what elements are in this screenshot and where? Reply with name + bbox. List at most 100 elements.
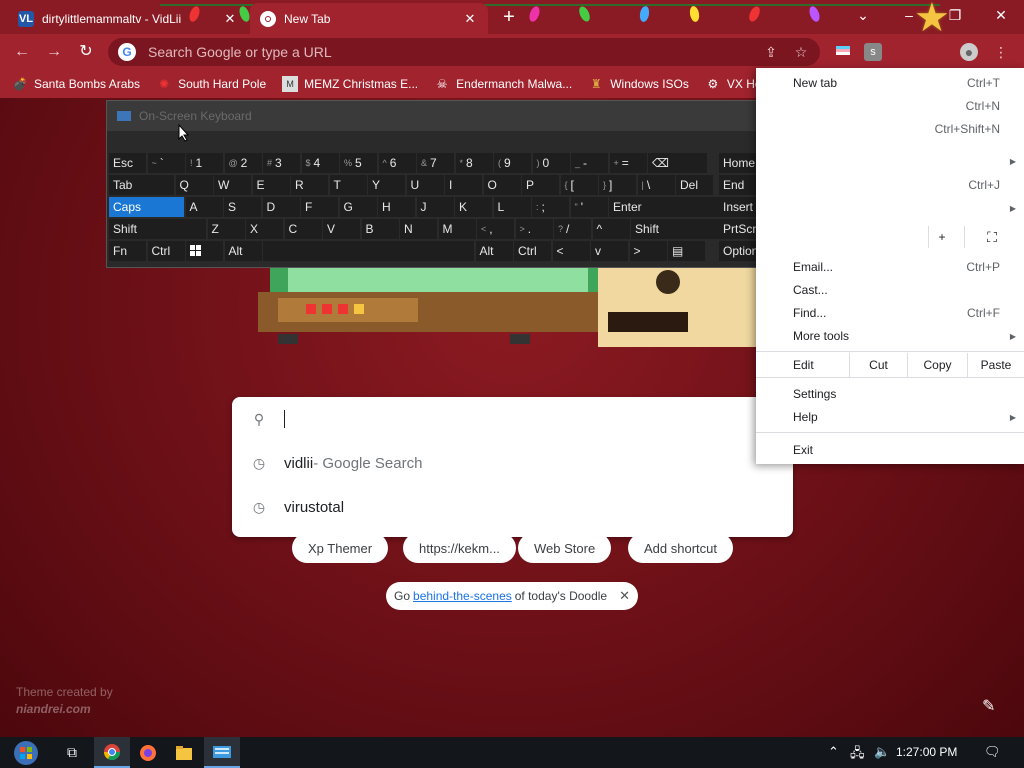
menu-print[interactable]: Email... Ctrl+P — [756, 256, 1024, 278]
osk-key[interactable] — [263, 241, 474, 261]
osk-key[interactable]: ! 1 — [186, 153, 223, 173]
osk-key[interactable]: Y — [368, 175, 405, 195]
bookmark-item[interactable]: ⚙ VX He — [705, 76, 762, 92]
osk-key[interactable]: " ' — [570, 197, 608, 217]
shortcut-tile[interactable]: Web Store — [518, 533, 612, 563]
reload-icon[interactable]: ↻ — [74, 41, 98, 63]
menu-cast[interactable]: Cast... — [756, 279, 1024, 301]
osk-key[interactable]: O — [483, 175, 521, 195]
share-icon[interactable]: ⇪ — [762, 43, 780, 61]
osk-key[interactable]: + = — [609, 153, 647, 173]
osk-key[interactable]: ^ 6 — [378, 153, 416, 173]
tab-search-button[interactable]: ⌄ — [840, 0, 886, 30]
osk-key[interactable]: >. — [515, 219, 553, 239]
suggestion-item[interactable]: ◷ vidlii - Google Search — [232, 443, 793, 483]
osk-key[interactable]: #3 — [263, 153, 300, 173]
menu-more-tools[interactable]: More tools ▶ — [756, 325, 1024, 347]
osk-key[interactable]: Q — [175, 175, 213, 195]
fullscreen-icon[interactable]: ⛶ — [982, 229, 1002, 246]
osk-key[interactable]: * 8 — [455, 153, 493, 173]
shortcut-tile[interactable]: https://kekm... — [403, 533, 516, 563]
osk-key[interactable]: U — [406, 175, 444, 195]
add-shortcut-button[interactable]: Add shortcut — [628, 533, 733, 563]
osk-key[interactable]: F — [301, 197, 338, 217]
osk-key[interactable]: }] — [599, 175, 636, 195]
osk-key[interactable]: (9 — [494, 153, 531, 173]
osk-key[interactable]: <, — [477, 219, 514, 239]
suggestion-item[interactable]: ◷ virustotal — [232, 487, 793, 527]
osk-key[interactable]: A — [185, 197, 223, 217]
osk-key[interactable]: G — [339, 197, 377, 217]
osk-key[interactable]: Alt — [224, 241, 262, 261]
bookmark-item[interactable]: M MEMZ Christmas E... — [282, 76, 418, 92]
osk-key[interactable]: V — [323, 219, 360, 239]
osk-key[interactable]: {[ — [560, 175, 598, 195]
zoom-in-button[interactable]: + — [932, 230, 952, 244]
osk-key[interactable]: ? / — [554, 219, 591, 239]
osk-key[interactable]: _ - — [571, 153, 608, 173]
osk-key[interactable]: E — [252, 175, 290, 195]
firefox-icon[interactable] — [130, 737, 166, 768]
menu-downloads[interactable]: Ctrl+J — [756, 174, 1024, 196]
osk-key[interactable]: ~ ` — [147, 153, 185, 173]
osk-key[interactable]: Shift — [631, 219, 724, 239]
osk-key[interactable]: Alt — [475, 241, 513, 261]
menu-cut-button[interactable]: Cut — [849, 353, 907, 377]
menu-find[interactable]: Find... Ctrl+F — [756, 302, 1024, 324]
menu-new-window[interactable]: Ctrl+N — [756, 95, 1024, 117]
osk-menu-key-icon[interactable]: ▤ — [668, 241, 705, 261]
osk-key[interactable]: ⌫ — [648, 153, 707, 173]
osk-key[interactable]: < — [552, 241, 590, 261]
tray-overflow-chevron-icon[interactable]: ⌃ — [828, 744, 839, 760]
osk-key[interactable]: Fn — [109, 241, 146, 261]
menu-bookmarks[interactable]: ▶ — [756, 197, 1024, 219]
menu-exit[interactable]: Exit — [756, 439, 1024, 461]
tab-close-icon[interactable]: ✕ — [462, 11, 478, 27]
search-input[interactable]: ⚲ — [232, 399, 793, 439]
bookmark-item[interactable]: ♜ Windows ISOs — [588, 76, 689, 92]
bookmark-item[interactable]: ✺ South Hard Pole — [156, 76, 266, 92]
omnibox[interactable]: G Search Google or type a URL — [108, 38, 820, 66]
osk-key[interactable]: & 7 — [417, 153, 454, 173]
bookmark-item[interactable]: 💣 Santa Bombs Arabs — [12, 76, 141, 92]
osk-key[interactable]: I — [445, 175, 482, 195]
osk-key[interactable]: N — [400, 219, 437, 239]
osk-key[interactable]: % 5 — [340, 153, 377, 173]
osk-key[interactable]: ^ — [592, 219, 630, 239]
action-center-icon[interactable]: 🗨 — [984, 744, 1001, 760]
osk-taskbar-icon[interactable] — [204, 737, 240, 768]
menu-history[interactable]: ▶ — [756, 150, 1024, 172]
bookmark-item[interactable]: ☠ Endermanch Malwa... — [434, 76, 572, 92]
tab-new-tab[interactable]: New Tab ✕ — [250, 3, 488, 34]
tab-close-icon[interactable]: ✕ — [222, 11, 238, 27]
osk-key[interactable]: W — [214, 175, 251, 195]
osk-key[interactable]: @2 — [224, 153, 262, 173]
osk-key[interactable]: :; — [532, 197, 569, 217]
profile-avatar-icon[interactable]: ● — [960, 43, 978, 61]
osk-key[interactable]: H — [378, 197, 415, 217]
extension-flag-icon[interactable] — [834, 43, 852, 61]
new-tab-button[interactable]: + — [498, 6, 520, 28]
osk-key[interactable]: ) 0 — [532, 153, 570, 173]
osk-key[interactable]: J — [416, 197, 454, 217]
osk-key[interactable]: T — [329, 175, 367, 195]
osk-key[interactable]: Enter — [609, 197, 724, 217]
promo-close-icon[interactable]: ✕ — [619, 588, 630, 604]
osk-key[interactable]: Ctrl — [514, 241, 551, 261]
volume-icon[interactable]: 🔈 — [874, 744, 890, 760]
osk-key[interactable]: v — [591, 241, 628, 261]
network-icon[interactable]: 🖧 — [850, 744, 865, 766]
osk-key[interactable]: Caps — [109, 197, 184, 217]
bookmark-star-icon[interactable]: ☆ — [792, 43, 810, 61]
menu-settings[interactable]: Settings — [756, 383, 1024, 405]
customize-pencil-icon[interactable]: ✎ — [982, 696, 995, 716]
osk-key[interactable]: B — [361, 219, 399, 239]
osk-key[interactable]: L — [493, 197, 531, 217]
extension-s-icon[interactable]: s — [864, 43, 882, 61]
osk-key[interactable]: D — [262, 197, 300, 217]
start-orb-icon[interactable] — [8, 737, 44, 768]
behind-the-scenes-link[interactable]: behind-the-scenes — [413, 589, 512, 603]
menu-help[interactable]: Help ▶ — [756, 406, 1024, 428]
osk-key[interactable]: Del — [676, 175, 713, 195]
osk-key[interactable]: $4 — [301, 153, 339, 173]
